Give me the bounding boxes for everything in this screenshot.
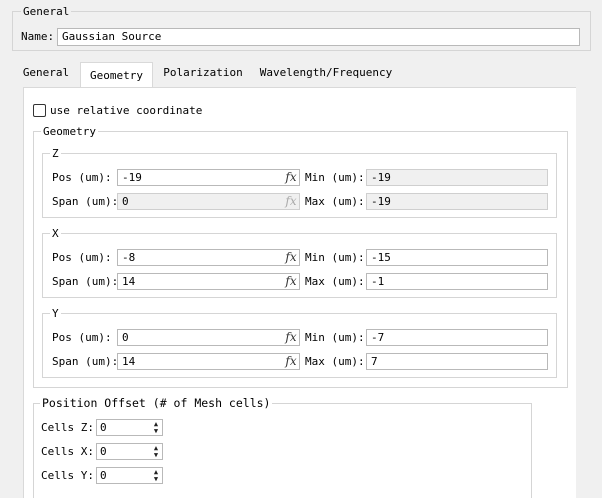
cells-x-spinbox[interactable]: 0 ▲ ▼ [96, 443, 163, 460]
z-pos-field[interactable]: -19 fx [117, 169, 300, 186]
y-pos-field[interactable]: 0 fx [117, 329, 300, 346]
fx-icon[interactable]: fx [283, 250, 299, 265]
x-pos-field[interactable]: -8 fx [117, 249, 300, 266]
x-span-label: Span (um): [52, 275, 119, 288]
z-span-field: 0 fx [117, 193, 300, 210]
x-min-field[interactable]: -15 [366, 249, 548, 266]
z-min-label: Min (um): [305, 171, 365, 184]
tab-wavelength-frequency[interactable]: Wavelength/Frequency [254, 62, 398, 84]
z-min-field: -19 [366, 169, 548, 186]
x-max-label: Max (um): [305, 275, 365, 288]
z-span-value: 0 [122, 195, 129, 208]
x-group-title: X [50, 227, 61, 240]
y-max-field[interactable]: 7 [366, 353, 548, 370]
cells-z-label: Cells Z: [41, 421, 94, 434]
x-min-label: Min (um): [305, 251, 365, 264]
y-span-field[interactable]: 14 fx [117, 353, 300, 370]
relative-coordinate-label: use relative coordinate [50, 104, 203, 117]
fx-icon: fx [285, 194, 297, 208]
relative-coordinate-checkbox[interactable] [33, 104, 46, 117]
fx-icon[interactable]: fx [283, 330, 299, 345]
y-span-label: Span (um): [52, 355, 119, 368]
fx-icon[interactable]: fx [283, 354, 299, 369]
fx-icon[interactable]: fx [283, 170, 299, 185]
name-field[interactable]: Gaussian Source [57, 28, 580, 46]
y-span-value: 14 [122, 355, 136, 368]
x-pos-label: Pos (um): [52, 251, 112, 264]
z-span-label: Span (um): [52, 195, 119, 208]
cells-z-spinbox[interactable]: 0 ▲ ▼ [96, 419, 163, 436]
y-max-label: Max (um): [305, 355, 365, 368]
position-offset-title: Position Offset (# of Mesh cells) [40, 396, 273, 410]
y-min-label: Min (um): [305, 331, 365, 344]
tab-geometry[interactable]: Geometry [80, 62, 153, 88]
z-max-field: -19 [366, 193, 548, 210]
tab-polarization[interactable]: Polarization [160, 62, 246, 84]
general-group-title: General [21, 5, 72, 18]
geometry-group-title: Geometry [41, 125, 98, 138]
spin-arrows-icon[interactable]: ▲ ▼ [151, 421, 161, 435]
z-group-title: Z [50, 147, 61, 160]
spin-arrows-icon[interactable]: ▲ ▼ [151, 469, 161, 483]
y-min-field[interactable]: -7 [366, 329, 548, 346]
cells-x-label: Cells X: [41, 445, 94, 458]
x-pos-value: -8 [122, 251, 136, 264]
tab-general[interactable]: General [17, 62, 75, 84]
z-max-label: Max (um): [305, 195, 365, 208]
y-pos-value: 0 [122, 331, 129, 344]
y-pos-label: Pos (um): [52, 331, 112, 344]
cells-x-value: 0 [100, 445, 107, 458]
x-span-field[interactable]: 14 fx [117, 273, 300, 290]
x-span-value: 14 [122, 275, 136, 288]
spin-arrows-icon[interactable]: ▲ ▼ [151, 445, 161, 459]
y-group-title: Y [50, 307, 61, 320]
cells-y-spinbox[interactable]: 0 ▲ ▼ [96, 467, 163, 484]
x-max-field[interactable]: -1 [366, 273, 548, 290]
cells-y-value: 0 [100, 469, 107, 482]
z-pos-label: Pos (um): [52, 171, 112, 184]
z-pos-value: -19 [122, 171, 142, 184]
fx-icon[interactable]: fx [283, 274, 299, 289]
cells-z-value: 0 [100, 421, 107, 434]
cells-y-label: Cells Y: [41, 469, 94, 482]
name-label: Name: [21, 30, 55, 43]
